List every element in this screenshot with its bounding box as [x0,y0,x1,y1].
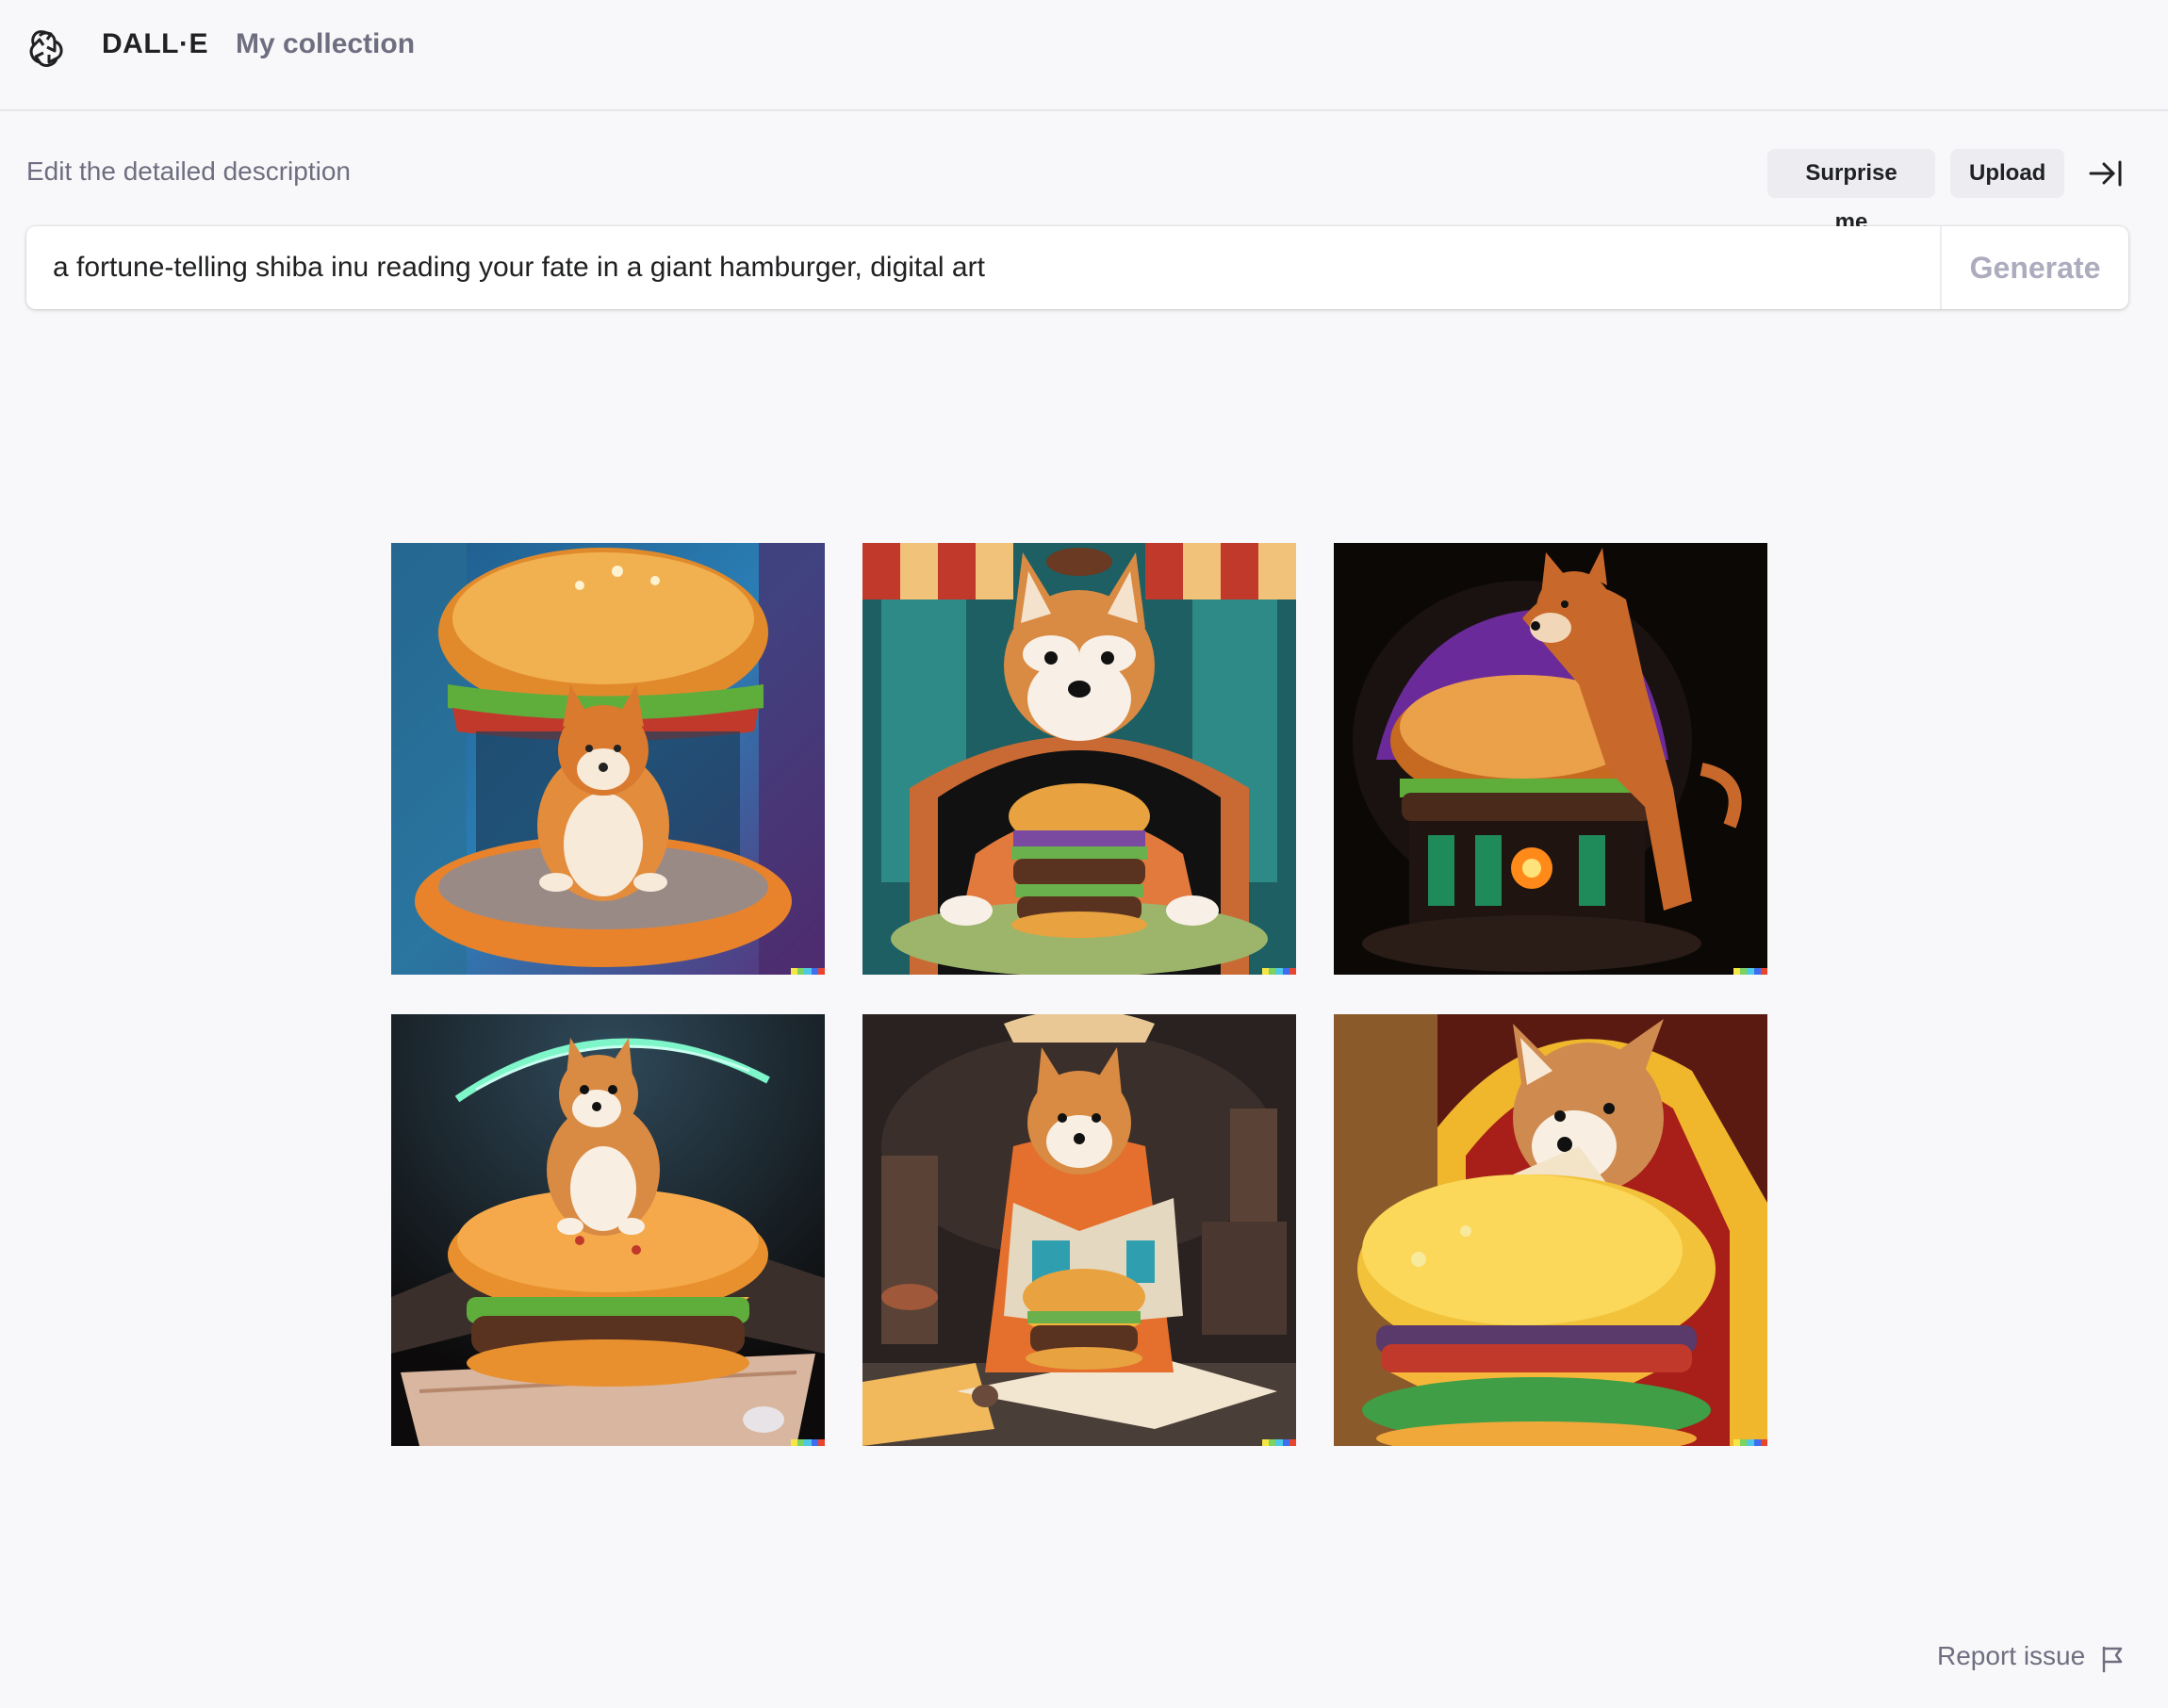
flag-icon[interactable] [2100,1645,2125,1673]
top-navigation-bar: DALL·E My collection [0,0,2168,111]
image-shiba-burger-4 [391,1014,825,1446]
watermark [1262,1439,1296,1446]
result-image-6[interactable] [1334,1014,1767,1446]
image-shiba-burger-2 [862,543,1296,975]
result-image-1[interactable] [391,543,825,975]
openai-logo-icon[interactable] [25,28,66,70]
generate-button[interactable]: Generate [1942,226,2128,309]
nav-my-collection-link[interactable]: My collection [236,28,415,60]
result-image-5[interactable] [862,1014,1296,1446]
watermark [1262,968,1296,975]
result-image-3[interactable] [1334,543,1767,975]
image-shiba-burger-1 [391,543,825,975]
image-shiba-burger-3 [1334,543,1767,975]
brand-title[interactable]: DALL·E [102,28,208,60]
results-grid [391,543,1767,1446]
surprise-me-button[interactable]: Surprise me [1767,149,1935,235]
watermark [791,968,825,975]
prompt-input[interactable]: a fortune-telling shiba inu reading your… [53,226,1919,309]
watermark [1733,1439,1767,1446]
watermark [1733,968,1767,975]
result-image-2[interactable] [862,543,1296,975]
collapse-right-icon[interactable] [2087,156,2125,190]
watermark [791,1439,825,1446]
result-image-4[interactable] [391,1014,825,1446]
prompt-label: Edit the detailed description [26,156,351,186]
prompt-input-container: a fortune-telling shiba inu reading your… [26,226,2128,309]
report-issue-link[interactable]: Report issue [1937,1641,2085,1671]
upload-button[interactable]: Upload [1950,149,2064,198]
image-shiba-burger-5 [862,1014,1296,1446]
image-shiba-burger-6 [1334,1014,1767,1446]
